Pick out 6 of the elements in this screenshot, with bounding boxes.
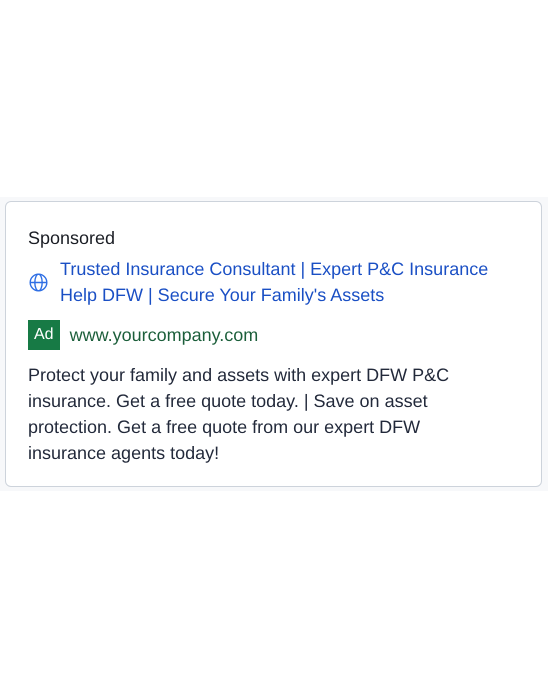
headline-link[interactable]: Trusted Insurance Consultant | Expert P&C Insurance Help DFW | Secure Your Family's Assets [60,256,510,308]
sponsored-label: Sponsored [28,227,116,250]
ad-description: Protect your family and assets with expert DFW P&C insurance. Get a free quote today. | Save on asset protection. Get a free quote from our expert DFW insurance agents today! [28,364,450,465]
url-link[interactable]: www.yourcompany.com [70,324,258,346]
globe-icon [28,272,49,292]
ad-badge: Ad [28,320,60,350]
